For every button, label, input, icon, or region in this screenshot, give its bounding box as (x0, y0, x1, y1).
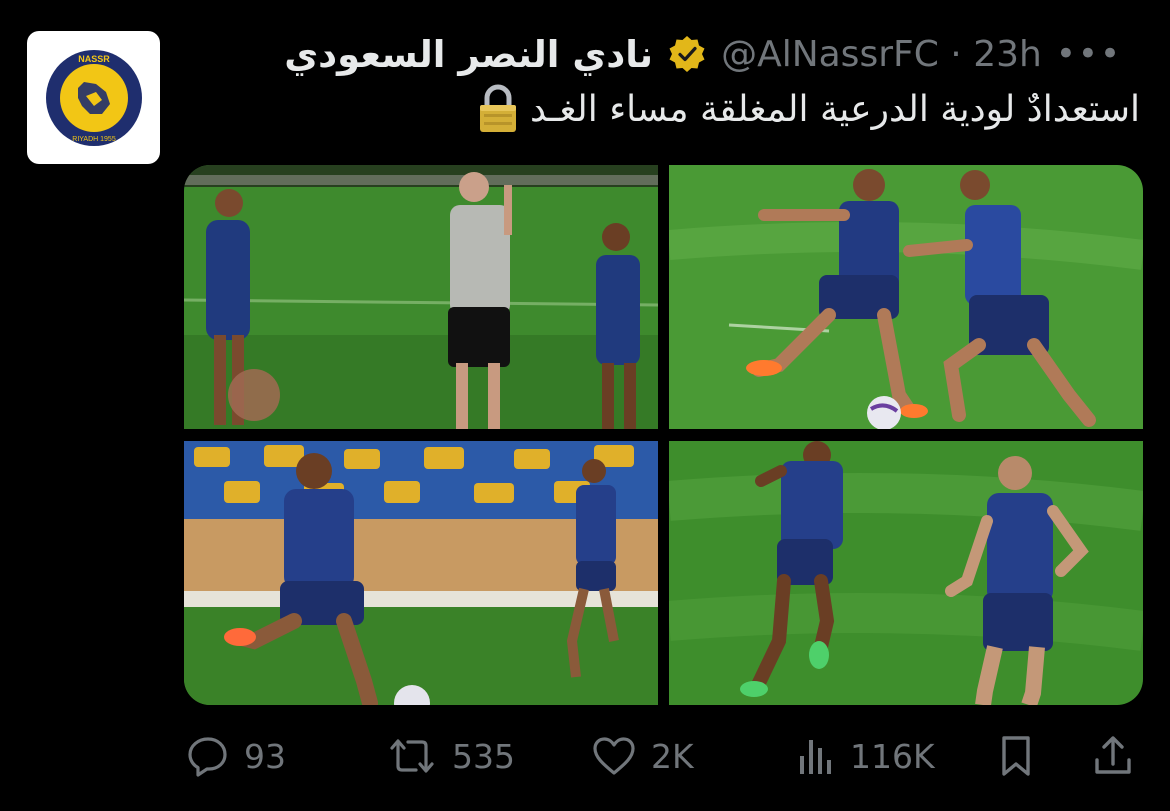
training-photo-player-running-stadium (184, 441, 658, 705)
media-photo-3[interactable] (184, 441, 658, 705)
timestamp[interactable]: 23h (973, 34, 1042, 75)
media-photo-4[interactable] (669, 441, 1143, 705)
profile-avatar[interactable]: NASSR RIYADH 1955 (27, 31, 160, 164)
tweet-text-content: استعدادٌ لودية الدرعية المغلقة مساء الغـ… (529, 88, 1140, 130)
media-grid[interactable] (184, 165, 1143, 705)
views-chart-icon (800, 740, 831, 774)
gold-verified-badge-icon[interactable] (667, 34, 707, 74)
training-photo-two-players-ball (669, 165, 1143, 429)
action-bar: 93 535 2K 116K (186, 728, 1141, 784)
reply-count: 93 (244, 736, 286, 776)
more-options-icon[interactable]: ••• (1056, 37, 1122, 71)
alnassr-logo: NASSR RIYADH 1955 (45, 49, 142, 146)
bookmark-icon (1002, 736, 1030, 776)
handle[interactable]: @AlNassrFC (721, 34, 939, 75)
like-button[interactable]: 2K (591, 728, 694, 784)
views-count: 116K (850, 736, 935, 776)
reply-button[interactable]: 93 (186, 728, 286, 784)
like-count: 2K (651, 736, 694, 776)
retweet-button[interactable]: 535 (386, 728, 515, 784)
logo-top-text: NASSR (78, 54, 110, 64)
media-photo-1[interactable] (184, 165, 658, 429)
separator: · (950, 33, 962, 75)
training-photo-two-players-pitch (669, 441, 1143, 705)
tweet[interactable]: NASSR RIYADH 1955 نادي النصر السعودي @Al… (0, 0, 1170, 811)
handle-time: @AlNassrFC · 23h (721, 34, 1042, 75)
heart-icon (593, 737, 635, 775)
logo-bottom-text: RIYADH 1955 (72, 136, 116, 143)
training-photo-players-and-coach (184, 165, 658, 429)
tweet-header: نادي النصر السعودي @AlNassrFC · 23h ••• (284, 26, 1140, 82)
retweet-icon (390, 739, 434, 773)
share-icon (1095, 736, 1131, 774)
reply-icon (188, 737, 227, 777)
lock-icon (479, 84, 516, 132)
share-button[interactable] (1091, 728, 1135, 784)
bookmark-button[interactable] (996, 728, 1036, 784)
media-photo-2[interactable] (669, 165, 1143, 429)
display-name[interactable]: نادي النصر السعودي (284, 33, 653, 76)
views-button[interactable]: 116K (796, 728, 935, 784)
retweet-count: 535 (452, 736, 515, 776)
tweet-text: استعدادٌ لودية الدرعية المغلقة مساء الغـ… (476, 84, 1140, 134)
